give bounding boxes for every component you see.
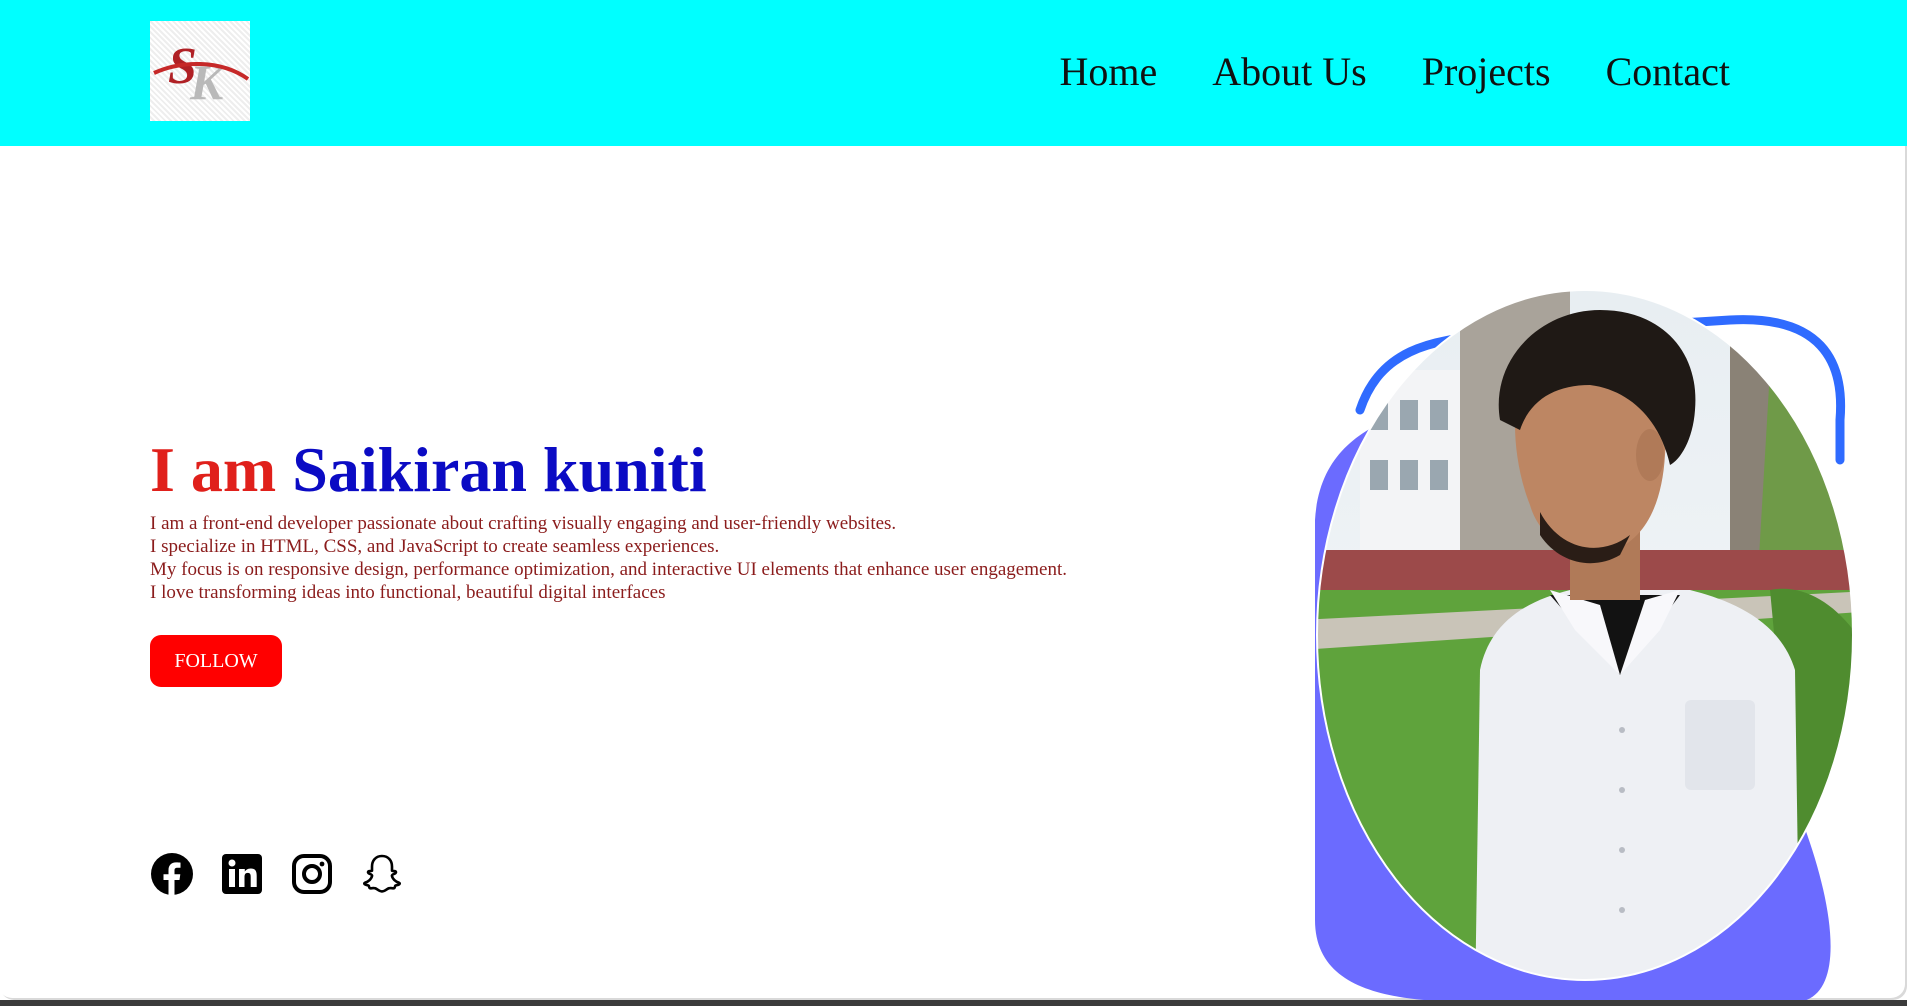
main-nav: Home About Us Projects Contact xyxy=(1059,46,1730,98)
follow-button[interactable]: FOLLOW xyxy=(150,635,282,687)
profile-portrait xyxy=(1315,290,1854,1000)
nav-about-us[interactable]: About Us xyxy=(1212,46,1366,98)
hero-title-name: Saikiran kuniti xyxy=(292,434,707,505)
hero-description-line: I am a front-end developer passionate ab… xyxy=(150,513,897,534)
site-header: S K Home About Us Projects Contact xyxy=(0,0,1907,146)
social-links xyxy=(150,852,404,896)
hero-description-line: I specialize in HTML, CSS, and JavaScrip… xyxy=(150,536,720,557)
linkedin-icon[interactable] xyxy=(220,852,264,896)
instagram-icon[interactable] xyxy=(290,852,334,896)
page-frame: S K Home About Us Projects Contact I am … xyxy=(0,0,1907,1000)
hero-description: I am a front-end developer passionate ab… xyxy=(150,512,1150,604)
nav-home[interactable]: Home xyxy=(1059,46,1157,98)
hero-title-prefix: I am xyxy=(150,434,277,505)
snapchat-icon[interactable] xyxy=(360,852,404,896)
nav-contact[interactable]: Contact xyxy=(1606,46,1730,98)
hero-description-line: My focus is on responsive design, perfor… xyxy=(150,559,1067,580)
nav-projects[interactable]: Projects xyxy=(1422,46,1551,98)
hero-text: I am Saikiran kuniti I am a front-end de… xyxy=(150,430,1150,604)
facebook-icon[interactable] xyxy=(150,852,194,896)
hero-description-line: I love transforming ideas into functiona… xyxy=(150,582,666,603)
window-bottom-edge xyxy=(0,1000,1907,1006)
hero-title: I am Saikiran kuniti xyxy=(150,430,1150,510)
sk-logo-icon[interactable]: S K xyxy=(150,21,250,121)
